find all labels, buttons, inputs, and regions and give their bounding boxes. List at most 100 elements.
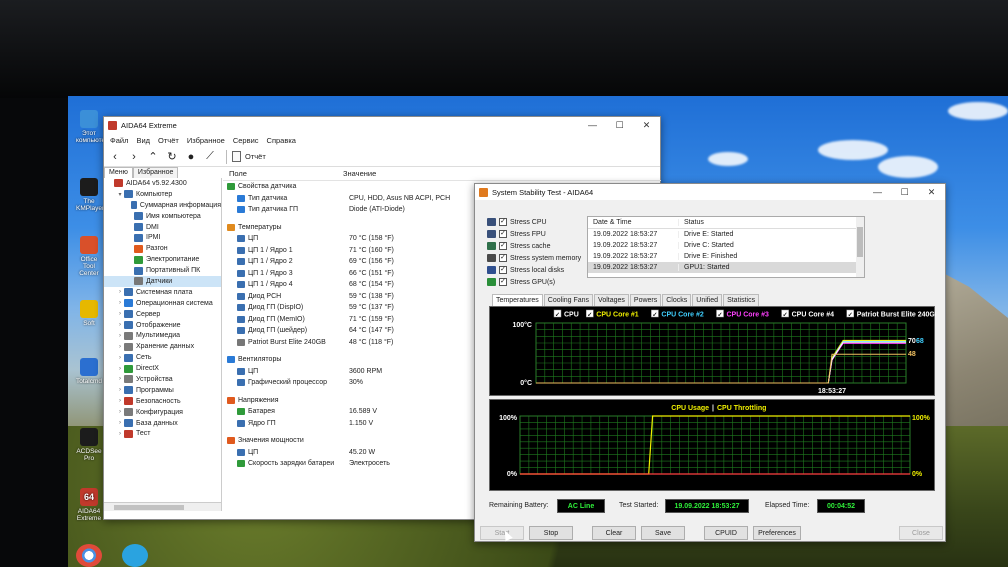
- scroll-thumb[interactable]: [857, 227, 863, 257]
- menu-help[interactable]: Справка: [263, 136, 300, 145]
- log-row[interactable]: 19.09.2022 18:53:27 Drive E: Started: [588, 229, 864, 240]
- tree-scrollbar[interactable]: [104, 502, 221, 511]
- stress-checkbox[interactable]: ✓: [499, 278, 507, 286]
- back-icon[interactable]: ‹: [107, 149, 123, 165]
- forward-icon[interactable]: ›: [126, 149, 142, 165]
- tab-menu[interactable]: Меню: [104, 167, 133, 178]
- expand-arrow-icon[interactable]: ›: [116, 398, 124, 404]
- graph-tab[interactable]: Voltages: [594, 294, 629, 306]
- desktop-icon-kmplayer[interactable]: The KMPlayer: [76, 178, 104, 212]
- desktop-icon-this-pc[interactable]: Этот компьютер: [76, 110, 109, 144]
- tree-item[interactable]: › Мультимедиа: [104, 330, 221, 341]
- tree-item[interactable]: Разгон: [104, 243, 221, 254]
- expand-arrow-icon[interactable]: ›: [116, 376, 124, 382]
- expand-arrow-icon[interactable]: ›: [116, 420, 124, 426]
- log-scrollbar[interactable]: [856, 217, 864, 277]
- stress-option[interactable]: ✓ Stress system memory: [487, 252, 587, 264]
- maximize-button[interactable]: ☐: [891, 184, 918, 200]
- tree-item[interactable]: › Системная плата: [104, 287, 221, 298]
- stress-checkbox[interactable]: ✓: [499, 230, 507, 238]
- log-row[interactable]: 19.09.2022 18:53:27 GPU1: Started: [588, 262, 864, 273]
- tree-item[interactable]: › Устройства: [104, 374, 221, 385]
- tree-item[interactable]: › Сеть: [104, 352, 221, 363]
- column-value[interactable]: Значение: [343, 169, 376, 178]
- menu-favorites[interactable]: Избранное: [183, 136, 229, 145]
- log-row[interactable]: 19.09.2022 18:53:27 Drive C: Started: [588, 240, 864, 251]
- expand-arrow-icon[interactable]: ›: [116, 387, 124, 393]
- desktop-icon-office-tool[interactable]: Office Tool Center: [76, 236, 102, 277]
- save-button[interactable]: Save: [641, 526, 685, 540]
- expand-arrow-icon[interactable]: ›: [116, 311, 124, 317]
- expand-arrow-icon[interactable]: ▾: [116, 191, 124, 198]
- refresh-icon[interactable]: ↻: [164, 149, 180, 165]
- aida64-titlebar[interactable]: AIDA64 Extreme — ☐ ✕: [104, 117, 660, 133]
- tree-item[interactable]: ▾ Компьютер: [104, 189, 221, 200]
- stress-checkbox[interactable]: ✓: [499, 242, 507, 250]
- graph-tab[interactable]: Unified: [692, 294, 723, 306]
- expand-arrow-icon[interactable]: ›: [116, 355, 124, 361]
- graph-tab[interactable]: Statistics: [723, 294, 760, 306]
- desktop-icon-aida64[interactable]: 64 AIDA64 Extreme: [76, 488, 102, 522]
- expand-arrow-icon[interactable]: ›: [116, 366, 124, 372]
- minimize-button[interactable]: —: [579, 117, 606, 133]
- log-col-date[interactable]: Date & Time: [588, 219, 678, 226]
- log-col-status[interactable]: Status: [678, 219, 864, 226]
- tree-item[interactable]: Суммарная информация: [104, 200, 221, 211]
- tree-item[interactable]: › Отображение: [104, 320, 221, 331]
- tree-item[interactable]: › Сервер: [104, 309, 221, 320]
- menu-tools[interactable]: Сервис: [229, 136, 263, 145]
- stress-checkbox[interactable]: ✓: [499, 218, 507, 226]
- desktop-icon-totalcmd[interactable]: Totalcmd: [76, 358, 102, 385]
- stress-option[interactable]: ✓ Stress FPU: [487, 228, 587, 240]
- tree-item[interactable]: Электропитание: [104, 254, 221, 265]
- graph-tab[interactable]: Temperatures: [492, 294, 543, 306]
- desktop-icon-soft[interactable]: Soft: [76, 300, 102, 327]
- stop-button[interactable]: Stop: [529, 526, 573, 540]
- telegram-icon[interactable]: [122, 544, 148, 567]
- stress-option[interactable]: ✓ Stress cache: [487, 240, 587, 252]
- stress-checkbox[interactable]: ✓: [499, 266, 507, 274]
- desktop-icon-acdsee[interactable]: ACDSee Pro: [76, 428, 102, 462]
- expand-arrow-icon[interactable]: ›: [116, 300, 124, 306]
- tree-item[interactable]: Датчики: [104, 276, 221, 287]
- menu-report[interactable]: Отчёт: [154, 136, 183, 145]
- tree-item[interactable]: › Конфигурация: [104, 407, 221, 418]
- tree-item[interactable]: › Хранение данных: [104, 341, 221, 352]
- up-icon[interactable]: ⌃: [145, 149, 161, 165]
- stress-option[interactable]: ✓ Stress GPU(s): [487, 276, 587, 288]
- close-button[interactable]: ✕: [918, 184, 945, 200]
- maximize-button[interactable]: ☐: [606, 117, 633, 133]
- stress-checkbox[interactable]: ✓: [499, 254, 507, 262]
- tree-item[interactable]: › Тест: [104, 428, 221, 439]
- sst-titlebar[interactable]: System Stability Test - AIDA64 — ☐ ✕: [475, 184, 945, 200]
- close-button[interactable]: ✕: [633, 117, 660, 133]
- expand-arrow-icon[interactable]: ›: [116, 289, 124, 295]
- graph-tab[interactable]: Powers: [629, 294, 662, 306]
- tree-item[interactable]: Портативный ПК: [104, 265, 221, 276]
- tree-item[interactable]: AIDA64 v5.92.4300: [104, 178, 221, 189]
- chrome-icon[interactable]: [76, 544, 102, 567]
- tree-item[interactable]: DMI: [104, 222, 221, 233]
- graph-tab[interactable]: Cooling Fans: [543, 294, 594, 306]
- expand-arrow-icon[interactable]: ›: [116, 333, 124, 339]
- tree-item[interactable]: › DirectX: [104, 363, 221, 374]
- graph-tab[interactable]: Clocks: [662, 294, 692, 306]
- report-icon[interactable]: [232, 151, 241, 162]
- expand-arrow-icon[interactable]: ›: [116, 431, 124, 437]
- menu-file[interactable]: Файл: [106, 136, 132, 145]
- expand-arrow-icon[interactable]: ›: [116, 322, 124, 328]
- column-field[interactable]: Поле: [223, 169, 343, 178]
- menu-view[interactable]: Вид: [132, 136, 154, 145]
- chart-icon[interactable]: ⟋: [202, 149, 218, 165]
- preferences-button[interactable]: Preferences: [753, 526, 801, 540]
- close-window-button[interactable]: Close: [899, 526, 943, 540]
- tree-item[interactable]: Имя компьютера: [104, 211, 221, 222]
- user-icon[interactable]: ●: [183, 149, 199, 165]
- cpuid-button[interactable]: CPUID: [704, 526, 748, 540]
- tab-favorites[interactable]: Избранное: [132, 167, 179, 178]
- expand-arrow-icon[interactable]: ›: [116, 344, 124, 350]
- tree-item[interactable]: › Программы: [104, 385, 221, 396]
- minimize-button[interactable]: —: [864, 184, 891, 200]
- tree-item[interactable]: IPMI: [104, 232, 221, 243]
- tree-item[interactable]: › База данных: [104, 418, 221, 429]
